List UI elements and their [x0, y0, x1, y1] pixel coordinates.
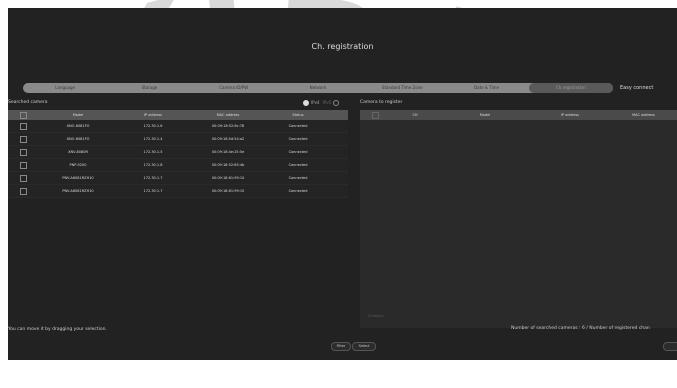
- checkbox-icon: [19, 148, 27, 156]
- col-ip[interactable]: IP address: [118, 113, 188, 117]
- table-row[interactable]: PNV-A6081RZH10 172.30.1.7 00:09:18:61:99…: [8, 185, 348, 198]
- drag-hint: You can move it by dragging your selecti…: [8, 327, 107, 332]
- col-mac[interactable]: MAC address: [610, 113, 677, 117]
- checkbox-icon: [19, 161, 27, 169]
- checkbox-icon: [19, 111, 27, 119]
- row-checkbox[interactable]: [8, 161, 38, 169]
- tab-language[interactable]: Language: [23, 83, 107, 93]
- register-table-header: CH Model IP address MAC address: [360, 110, 677, 120]
- register-table-body: [360, 120, 677, 328]
- cell-mac: 00:09:18:4e:25:5e: [211, 150, 245, 154]
- next-button[interactable]: [663, 342, 677, 351]
- filter-button[interactable]: Filter: [331, 342, 351, 351]
- row-checkbox[interactable]: [8, 148, 38, 156]
- cell-model: XNV-8080R: [68, 150, 88, 154]
- checkbox-icon: [19, 135, 27, 143]
- easy-connect-link[interactable]: Easy connect: [620, 83, 653, 93]
- camera-to-register-label: Camera to register: [360, 100, 403, 105]
- checkbox-icon: [19, 187, 27, 195]
- col-mac[interactable]: MAC address: [188, 113, 268, 117]
- radio-selected-icon: [303, 100, 309, 106]
- ip-version-switch: IPv4 IPv6: [303, 100, 340, 106]
- searched-table-header: Model IP address MAC address Status: [8, 110, 348, 120]
- cell-ip: 172.30.1.7: [143, 189, 163, 193]
- screen: Ch. registration Language Storage Camera…: [8, 8, 677, 360]
- select-button[interactable]: Select: [352, 342, 376, 351]
- select-all-checkbox[interactable]: [8, 111, 38, 119]
- list-item[interactable]: [360, 237, 677, 250]
- list-item[interactable]: [360, 263, 677, 276]
- col-model[interactable]: Model: [440, 113, 530, 117]
- checkbox-icon: [19, 174, 27, 182]
- setup-tabs: Language Storage Camera ID/PW Network St…: [23, 83, 613, 93]
- col-status[interactable]: Status: [268, 113, 328, 117]
- cell-mac: 00:09:18:61:99:10: [211, 176, 245, 180]
- table-row[interactable]: PNP-9200 172.30.1.8 00:09:18:52:65:4b Co…: [8, 159, 348, 172]
- checkbox-icon: [371, 111, 379, 119]
- cell-mac: 00:09:18:52:65:4b: [211, 163, 245, 167]
- ipv6-option[interactable]: IPv6: [323, 100, 340, 106]
- tab-date-time[interactable]: Date & Time: [444, 83, 528, 93]
- dialog-title: Ch. registration: [311, 42, 374, 51]
- list-item[interactable]: [360, 146, 677, 159]
- cell-status: Connected: [288, 124, 308, 128]
- table-row[interactable]: XNO-6081FO 172.30.1.4 00:09:18:5d:54:a2 …: [8, 133, 348, 146]
- cell-status: Connected: [288, 176, 308, 180]
- camera-count-text: Number of searched cameras : 6 / Number …: [511, 326, 650, 331]
- row-checkbox[interactable]: [8, 187, 38, 195]
- cell-mac: 00:09:18:5d:54:a2: [211, 137, 245, 141]
- list-item[interactable]: [360, 133, 677, 146]
- radio-unselected-icon: [333, 100, 340, 106]
- col-model[interactable]: Model: [38, 113, 118, 117]
- table-row[interactable]: XNV-8080R 172.30.1.5 00:09:18:4e:25:5e C…: [8, 146, 348, 159]
- searched-table-body: XNO-6081FO 172.30.1.6 00:09:18:52:6c:78 …: [8, 120, 348, 198]
- list-item[interactable]: [360, 289, 677, 302]
- ipv4-label: IPv4: [311, 100, 320, 105]
- tab-ch-registration[interactable]: Ch.registration: [528, 83, 613, 93]
- cell-model: PNV-A6081RZH10: [62, 176, 94, 180]
- list-item[interactable]: [360, 276, 677, 289]
- tab-time-zone[interactable]: Standard Time Zone: [360, 83, 444, 93]
- list-item[interactable]: [360, 211, 677, 224]
- cell-model: XNO-6081FO: [66, 137, 90, 141]
- tab-camera-id-pw[interactable]: Camera ID/PW: [192, 83, 276, 93]
- cell-model: XNO-6081FO: [66, 124, 90, 128]
- cell-status: Connected: [288, 137, 308, 141]
- cell-ip: 172.30.1.4: [143, 137, 163, 141]
- row-checkbox[interactable]: [8, 122, 38, 130]
- table-row[interactable]: XNO-6081FO 172.30.1.6 00:09:18:52:6c:78 …: [8, 120, 348, 133]
- ipv6-label: IPv6: [322, 100, 332, 105]
- col-ip[interactable]: IP address: [530, 113, 610, 117]
- list-item[interactable]: [360, 302, 677, 315]
- list-item[interactable]: [360, 224, 677, 237]
- cell-ip: 172.30.1.6: [143, 124, 163, 128]
- cell-mac: 00:09:18:52:6c:78: [211, 124, 245, 128]
- cell-status: Connected: [288, 189, 308, 193]
- cell-mac: 00:09:18:61:99:10: [211, 189, 245, 193]
- searched-camera-label: Searched camera: [8, 100, 48, 105]
- cell-status: Connected: [288, 163, 308, 167]
- cell-ip: 172.30.1.8: [143, 163, 163, 167]
- list-item[interactable]: [360, 250, 677, 263]
- ipv4-option[interactable]: IPv4: [303, 100, 320, 106]
- tab-storage[interactable]: Storage: [107, 83, 191, 93]
- register-select-all[interactable]: [360, 111, 390, 119]
- list-item[interactable]: [360, 120, 677, 133]
- cell-ip: 172.30.1.5: [143, 150, 163, 154]
- row-checkbox[interactable]: [8, 174, 38, 182]
- list-item[interactable]: [360, 159, 677, 172]
- cell-ip: 172.30.1.7: [143, 176, 163, 180]
- list-item[interactable]: [360, 185, 677, 198]
- row-checkbox[interactable]: [8, 135, 38, 143]
- tab-network[interactable]: Network: [276, 83, 360, 93]
- checkbox-icon: [19, 122, 27, 130]
- table-row[interactable]: PNV-A6081RZH10 172.30.1.7 00:09:18:61:99…: [8, 172, 348, 185]
- list-item[interactable]: [360, 198, 677, 211]
- unregister-label: Unregistr: [368, 314, 385, 318]
- cell-model: PNV-A6081RZH10: [62, 189, 94, 193]
- col-ch[interactable]: CH: [390, 113, 440, 117]
- cell-model: PNP-9200: [69, 163, 87, 167]
- cell-status: Connected: [288, 150, 308, 154]
- list-item[interactable]: [360, 172, 677, 185]
